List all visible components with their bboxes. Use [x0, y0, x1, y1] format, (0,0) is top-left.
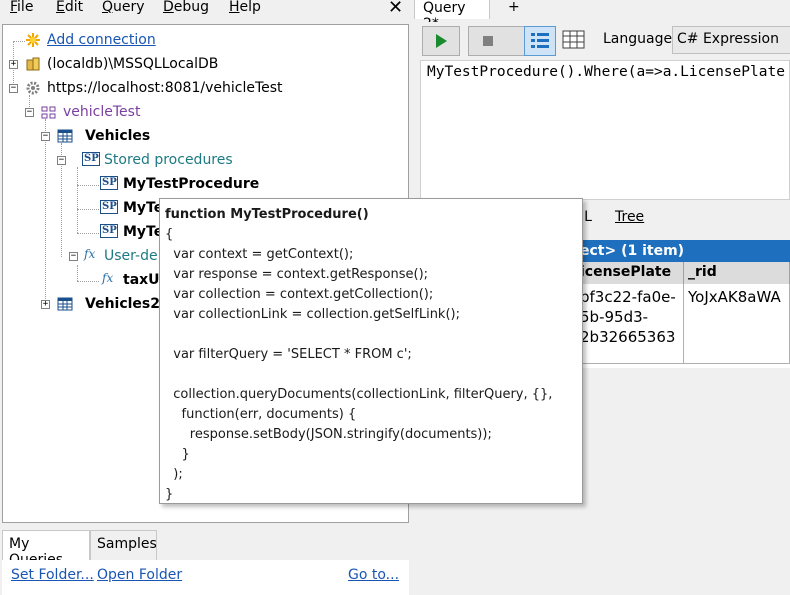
- stored-procedure-icon: SP: [82, 152, 100, 166]
- tree-guide-line: [77, 209, 99, 210]
- stored-procedure-icon: SP: [100, 176, 118, 190]
- stored-procedure-icon: SP: [100, 200, 118, 214]
- menu-bar: File Edit Query Debug Help ✕: [0, 0, 412, 18]
- expand-plus-icon[interactable]: +: [9, 60, 18, 69]
- cell-line: 2b32665363: [580, 328, 676, 346]
- tree-node-vehicles[interactable]: Vehicles: [85, 128, 150, 144]
- tooltip-line: var collectionLink = collection.getSelfL…: [165, 307, 460, 322]
- menu-debug[interactable]: Debug: [163, 0, 209, 15]
- tab-samples[interactable]: Samples: [90, 530, 157, 560]
- query-editor[interactable]: MyTestProcedure().Where(a=>a.LicensePlat…: [420, 60, 790, 200]
- tree-guide-line: [45, 119, 46, 305]
- tree-node-sp-3[interactable]: MyTe: [123, 224, 163, 240]
- tree-guide-line: [77, 185, 99, 186]
- tooltip-line: [165, 325, 577, 345]
- open-folder-link[interactable]: Open Folder: [97, 567, 182, 583]
- tooltip-line: var context = getContext();: [165, 247, 354, 262]
- collapse-minus-icon[interactable]: −: [69, 252, 78, 261]
- close-icon[interactable]: ✕: [388, 0, 403, 18]
- tree-node-sp-mytestprocedure[interactable]: MyTestProcedure: [123, 176, 259, 192]
- table-grid-icon: [562, 30, 585, 49]
- tree-node-user-defined-functions[interactable]: User-de: [104, 248, 158, 264]
- grid-results-button[interactable]: [524, 26, 556, 56]
- tree-guide-line: [77, 233, 99, 234]
- menu-query[interactable]: Query: [102, 0, 145, 15]
- collapse-minus-icon[interactable]: −: [25, 108, 34, 117]
- rich-text-grid-icon: [531, 33, 549, 48]
- tree-node-localdb[interactable]: (localdb)\MSSQLLocalDB: [47, 56, 218, 72]
- tooltip-line: );: [165, 467, 183, 482]
- menu-file[interactable]: File: [10, 0, 33, 15]
- add-connection-star-icon: [25, 32, 41, 48]
- tree-guide-line: [77, 167, 78, 233]
- table-icon: [57, 296, 73, 312]
- tooltip-line: }: [165, 487, 174, 502]
- query-text: MyTestProcedure().Where(a=>a.LicensePlat…: [427, 64, 785, 80]
- tree-node-https-connection[interactable]: https://localhost:8081/vehicleTest: [47, 80, 283, 96]
- function-icon: fx: [102, 271, 114, 285]
- tree-guide-line: [77, 281, 99, 282]
- menu-help[interactable]: Help: [229, 0, 261, 15]
- tab-tree[interactable]: Tree: [615, 209, 644, 225]
- tab-query-2[interactable]: Query 2*: [414, 0, 490, 32]
- tooltip-line: function MyTestProcedure(): [165, 207, 369, 222]
- stored-procedure-icon: SP: [100, 224, 118, 238]
- tooltip-line: response.setBody(JSON.stringify(document…: [165, 427, 492, 442]
- cell-line: bf3c22-fa0e-: [580, 288, 676, 306]
- cell-line: 5b-95d3-: [580, 308, 649, 326]
- tooltip-line: {: [165, 227, 174, 242]
- add-query-tab-button[interactable]: +: [500, 0, 528, 19]
- query-tab-strip: Query 2* +: [414, 0, 790, 32]
- tree-node-udf-tax[interactable]: taxU: [123, 272, 160, 288]
- language-label: Language: [603, 31, 673, 47]
- bottom-links-bar: Set Folder... Open Folder Go to...: [2, 560, 409, 595]
- collapse-minus-icon[interactable]: −: [9, 84, 18, 93]
- tree-guide-line: [13, 41, 25, 42]
- tooltip-line: [165, 365, 577, 385]
- set-folder-link[interactable]: Set Folder...: [11, 567, 94, 583]
- column-header-rid[interactable]: _rid: [684, 262, 790, 284]
- tooltip-line: var filterQuery = 'SELECT * FROM c';: [165, 347, 412, 362]
- data-grid-button[interactable]: [558, 26, 590, 56]
- tree-guide-line: [77, 265, 78, 281]
- tab-my-queries[interactable]: My Queries: [2, 530, 90, 568]
- tooltip-line: }: [165, 447, 190, 462]
- tree-node-vehicletest[interactable]: vehicleTest: [63, 104, 140, 120]
- tooltip-line: var response = context.getResponse();: [165, 267, 429, 282]
- database-icon: [25, 56, 41, 72]
- menu-edit[interactable]: Edit: [56, 0, 83, 15]
- collapse-minus-icon[interactable]: −: [57, 156, 66, 165]
- cell-rid: YoJxAK8aWA: [684, 284, 790, 364]
- bottom-tab-strip: My Queries Samples: [2, 530, 409, 568]
- procedure-source-tooltip: function MyTestProcedure() { var context…: [159, 198, 583, 504]
- play-icon: [436, 34, 447, 48]
- language-select[interactable]: C# Expression: [672, 26, 790, 54]
- gear-icon: [25, 80, 41, 96]
- function-icon: fx: [84, 247, 96, 261]
- go-to-link[interactable]: Go to...: [348, 567, 399, 583]
- tree-node-vehicles2[interactable]: Vehicles2: [85, 296, 160, 312]
- tree-node-stored-procedures[interactable]: Stored procedures: [104, 152, 233, 168]
- add-connection-link[interactable]: Add connection: [47, 32, 156, 48]
- tooltip-line: var collection = context.getCollection()…: [165, 287, 434, 302]
- tooltip-line: collection.queryDocuments(collectionLink…: [165, 387, 553, 402]
- query-toolbar: Language C# Expression: [414, 22, 790, 60]
- tooltip-line: function(err, documents) {: [165, 407, 357, 422]
- collapse-minus-icon[interactable]: −: [41, 132, 50, 141]
- table-icon: [57, 128, 73, 144]
- database-schema-icon: [41, 104, 57, 120]
- tree-node-sp-2[interactable]: MyTe: [123, 200, 163, 216]
- run-button[interactable]: [422, 26, 460, 56]
- expand-plus-icon[interactable]: +: [41, 300, 50, 309]
